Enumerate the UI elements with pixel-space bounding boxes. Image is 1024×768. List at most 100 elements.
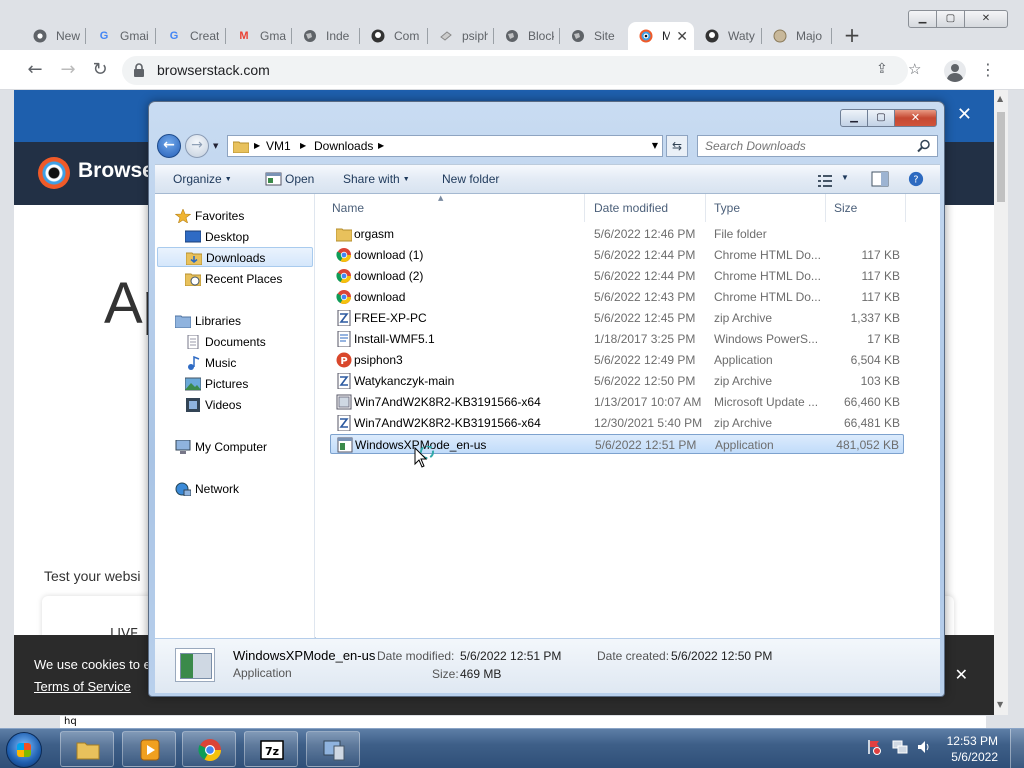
profile-avatar-icon[interactable] bbox=[944, 60, 966, 82]
file-date: 5/6/2022 12:44 PM bbox=[594, 269, 696, 283]
address-bar[interactable]: browserstack.com ⇪ ☆ bbox=[122, 56, 921, 85]
column-size[interactable]: Size bbox=[826, 194, 906, 222]
file-row[interactable]: download (2) 5/6/2022 12:44 PM Chrome HTML… bbox=[330, 266, 904, 286]
breadcrumb-arrow-icon[interactable]: ▶ bbox=[300, 141, 306, 150]
close-cookie-icon[interactable]: ✕ bbox=[955, 665, 968, 684]
open-button[interactable]: Open bbox=[285, 172, 314, 186]
tab-new[interactable]: New bbox=[22, 22, 86, 50]
file-row[interactable]: Install-WMF5.1 1/18/2017 3:25 PM Windows P… bbox=[330, 329, 904, 349]
breadcrumb-arrow-icon[interactable]: ▶ bbox=[254, 141, 260, 150]
nav-recent-places[interactable]: Recent Places bbox=[155, 269, 313, 289]
taskbar-chrome-button[interactable] bbox=[182, 731, 236, 767]
search-box[interactable] bbox=[697, 135, 938, 157]
nav-music[interactable]: Music bbox=[155, 353, 313, 373]
back-icon[interactable]: ← bbox=[24, 59, 46, 81]
taskbar-7zip-button[interactable]: 7z bbox=[244, 731, 298, 767]
tab-block[interactable]: Block bbox=[494, 22, 560, 50]
taskbar-explorer-button[interactable] bbox=[60, 731, 114, 767]
nav-favorites[interactable]: Favorites bbox=[155, 206, 313, 226]
tab-create[interactable]: G Creat bbox=[156, 22, 226, 50]
close-banner-icon[interactable]: ✕ bbox=[957, 104, 972, 125]
file-row[interactable]: download 5/6/2022 12:43 PM Chrome HTML Do.… bbox=[330, 287, 904, 307]
scroll-up-icon[interactable]: ▲ bbox=[997, 94, 1003, 103]
preview-pane-icon[interactable] bbox=[871, 171, 889, 187]
tab-com[interactable]: Com bbox=[360, 22, 428, 50]
search-input[interactable] bbox=[698, 136, 908, 156]
tab-browserstack-active[interactable]: M ✕ bbox=[628, 22, 694, 50]
browserstack-logo[interactable] bbox=[38, 157, 70, 189]
show-desktop-button[interactable] bbox=[1010, 729, 1024, 768]
share-with-button[interactable]: Share with ▼ bbox=[343, 172, 410, 186]
nav-network[interactable]: Network bbox=[155, 479, 313, 499]
file-row[interactable]: FREE-XP-PC 5/6/2022 12:45 PM zip Archive 1,… bbox=[330, 308, 904, 328]
close-window-button[interactable]: ✕ bbox=[964, 10, 1008, 28]
close-tab-icon[interactable]: ✕ bbox=[676, 28, 688, 45]
close-button[interactable]: ✕ bbox=[894, 109, 937, 127]
tab-index[interactable]: Inde bbox=[292, 22, 360, 50]
file-row[interactable]: Ppsiphon3 5/6/2022 12:49 PM Application 6,5… bbox=[330, 350, 904, 370]
terms-link[interactable]: Terms of Service bbox=[34, 679, 131, 694]
nav-my-computer[interactable]: My Computer bbox=[155, 437, 313, 457]
nav-pictures[interactable]: Pictures bbox=[155, 374, 313, 394]
start-button[interactable] bbox=[6, 732, 42, 768]
organize-button[interactable]: Organize ▼ bbox=[173, 172, 232, 186]
maximize-button[interactable]: ▢ bbox=[867, 109, 895, 127]
nav-videos[interactable]: Videos bbox=[155, 395, 313, 415]
organize-label: Organize bbox=[173, 172, 222, 186]
reload-icon[interactable]: ↻ bbox=[89, 59, 111, 81]
column-type[interactable]: Type bbox=[706, 194, 826, 222]
volume-icon[interactable] bbox=[916, 739, 932, 755]
nav-libraries[interactable]: Libraries bbox=[155, 311, 313, 331]
view-options-icon[interactable] bbox=[817, 173, 835, 189]
breadcrumb-vm1[interactable]: VM1 bbox=[266, 139, 291, 153]
url-text[interactable]: browserstack.com bbox=[157, 62, 270, 78]
new-folder-button[interactable]: New folder bbox=[442, 172, 499, 186]
action-center-flag-icon[interactable] bbox=[866, 739, 882, 755]
new-tab-button[interactable]: + bbox=[842, 25, 862, 46]
forward-arrow-icon[interactable]: → bbox=[185, 134, 209, 158]
column-date-modified[interactable]: Date modified bbox=[586, 194, 706, 222]
system-clock[interactable]: 12:53 PM 5/6/2022 bbox=[947, 733, 998, 765]
tab-gmail-2[interactable]: M Gma bbox=[226, 22, 292, 50]
scroll-down-icon[interactable]: ▼ bbox=[997, 700, 1003, 709]
scroll-thumb[interactable] bbox=[997, 112, 1005, 202]
breadcrumb-arrow-icon[interactable]: ▶ bbox=[378, 141, 384, 150]
bookmark-star-icon[interactable]: ☆ bbox=[908, 60, 921, 78]
refresh-icon[interactable]: ⇆ bbox=[666, 135, 688, 157]
menu-icon[interactable]: ⋮ bbox=[980, 60, 996, 79]
address-dropdown-icon[interactable]: ▼ bbox=[652, 141, 658, 150]
tab-site[interactable]: Site bbox=[560, 22, 628, 50]
page-scrollbar[interactable]: ▲ ▼ bbox=[994, 90, 1008, 715]
file-row[interactable]: orgasm 5/6/2022 12:46 PM File folder bbox=[330, 224, 904, 244]
taskbar-media-player-button[interactable] bbox=[122, 731, 176, 767]
network-tray-icon[interactable] bbox=[892, 739, 908, 755]
breadcrumb-downloads[interactable]: Downloads bbox=[314, 139, 373, 153]
history-dropdown-icon[interactable]: ▼ bbox=[213, 142, 218, 150]
back-arrow-icon[interactable]: ← bbox=[157, 134, 181, 158]
help-icon[interactable]: ? bbox=[907, 171, 925, 187]
horizontal-scrollbar[interactable]: hq bbox=[60, 716, 986, 728]
column-name[interactable]: Name bbox=[324, 194, 585, 222]
maximize-button[interactable]: ▢ bbox=[936, 10, 965, 28]
tab-majo[interactable]: Majo bbox=[762, 22, 832, 50]
chrome-icon bbox=[336, 248, 351, 262]
nav-desktop[interactable]: Desktop bbox=[155, 227, 313, 247]
file-row[interactable]: download (1) 5/6/2022 12:44 PM Chrome HTML… bbox=[330, 245, 904, 265]
tab-psiphon[interactable]: psiph bbox=[428, 22, 494, 50]
minimize-button[interactable]: ▁ bbox=[908, 10, 937, 28]
forward-icon[interactable]: → bbox=[57, 59, 79, 81]
share-icon[interactable]: ⇪ bbox=[876, 61, 888, 77]
nav-documents[interactable]: Documents bbox=[155, 332, 313, 352]
address-bar[interactable]: ▶ VM1 ▶ Downloads ▶ ▼ bbox=[227, 135, 663, 157]
view-dropdown-icon[interactable]: ▼ bbox=[841, 173, 849, 182]
file-row[interactable]: Watykanczyk-main 5/6/2022 12:50 PM zip Arc… bbox=[330, 371, 904, 391]
file-row[interactable]: Win7AndW2K8R2-KB3191566-x64 1/13/2017 10:… bbox=[330, 392, 904, 412]
search-icon[interactable] bbox=[917, 139, 931, 153]
tab-watykanczyk[interactable]: Waty bbox=[694, 22, 762, 50]
taskbar-app-button[interactable] bbox=[306, 731, 360, 767]
brand-name[interactable]: Browse bbox=[78, 159, 154, 183]
minimize-button[interactable]: ▁ bbox=[840, 109, 868, 127]
nav-downloads[interactable]: Downloads bbox=[157, 247, 313, 267]
tab-gmail[interactable]: G Gmai bbox=[86, 22, 156, 50]
file-row[interactable]: Win7AndW2K8R2-KB3191566-x64 12/30/2021 5:… bbox=[330, 413, 904, 433]
